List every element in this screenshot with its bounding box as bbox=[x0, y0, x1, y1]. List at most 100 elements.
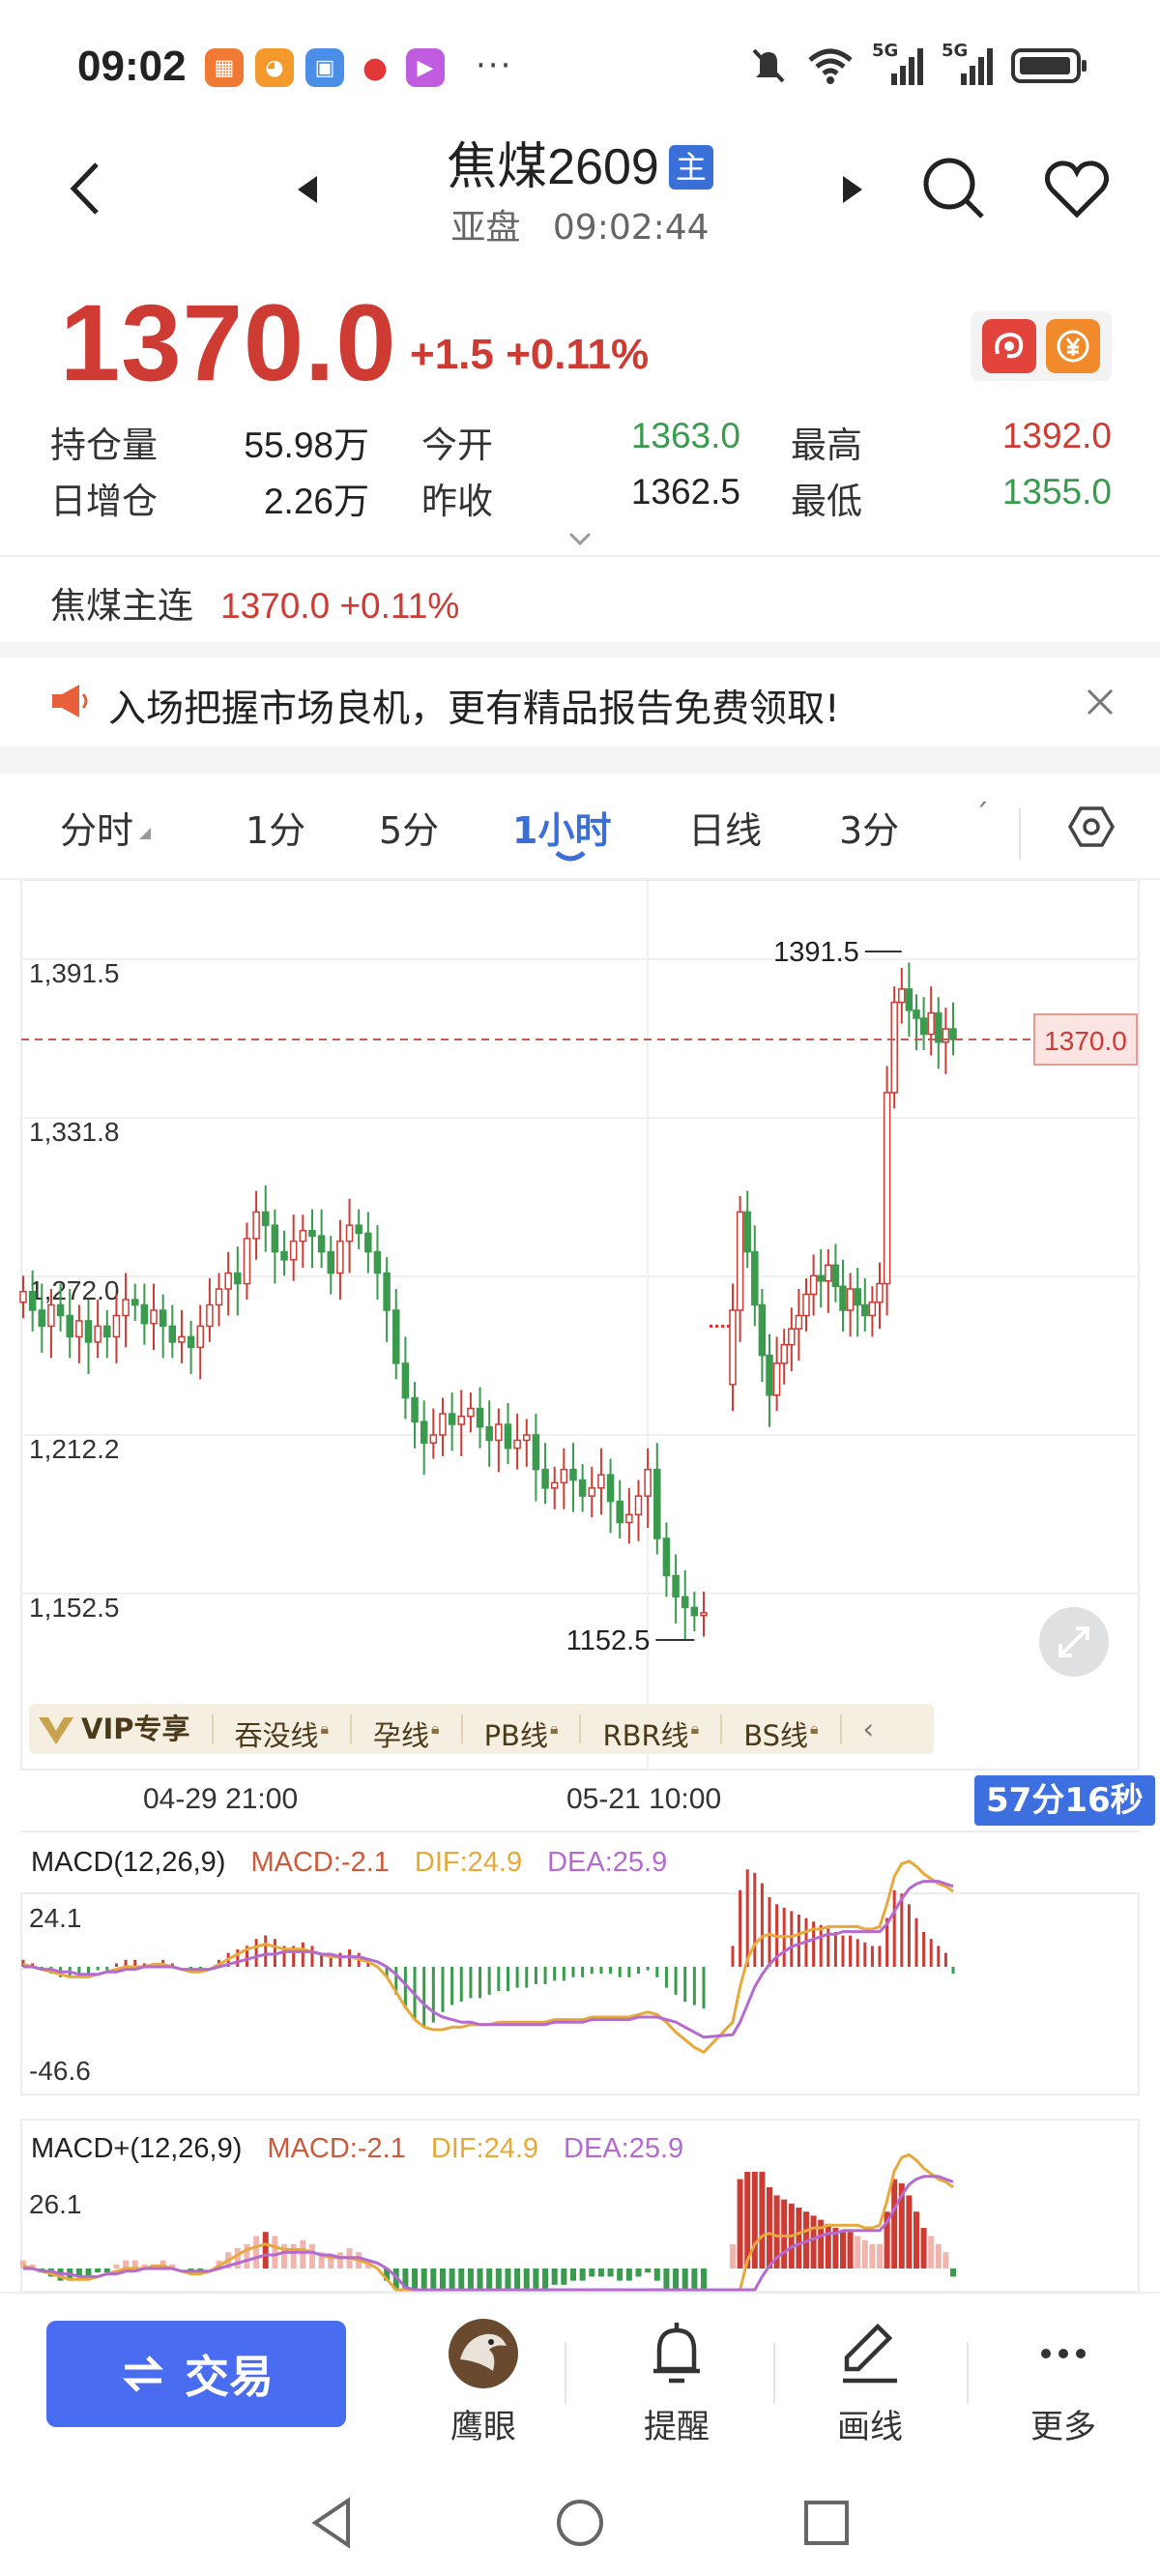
promo-banner[interactable]: 入场把握市场良机，更有精品报告免费领取! bbox=[0, 658, 1160, 746]
draw-line-label: 画线 bbox=[837, 2408, 903, 2446]
nav-recents-icon[interactable] bbox=[793, 2489, 860, 2557]
dea-value: DEA:25.9 bbox=[547, 1847, 668, 1878]
macd-plus-histogram-bar bbox=[847, 2232, 854, 2269]
macd-plus-histogram-bar bbox=[906, 2195, 913, 2269]
macd-plus-histogram-bar bbox=[691, 2269, 698, 2290]
macd-plus-histogram-bar bbox=[439, 2269, 446, 2290]
macd-plus-histogram-bar bbox=[617, 2269, 624, 2281]
vip-item-rbr[interactable]: RBR线 🔒︎ bbox=[581, 1714, 723, 1750]
macd-plus-histogram-bar bbox=[542, 2269, 549, 2289]
candle bbox=[355, 1224, 362, 1235]
candle bbox=[206, 1303, 214, 1328]
tab-daily[interactable]: 日线 bbox=[688, 801, 762, 854]
vip-item-harami[interactable]: 孕线 🔒︎ bbox=[352, 1714, 463, 1750]
swap-arrows-icon bbox=[122, 2356, 164, 2392]
macd-plus-histogram-bar bbox=[551, 2269, 558, 2285]
macd-plus-histogram-bar bbox=[920, 2228, 927, 2269]
macd-plus-histogram-bar bbox=[262, 2232, 269, 2269]
macd-plus-histogram-bar bbox=[781, 2199, 788, 2269]
expand-stats-chevron-icon[interactable] bbox=[566, 530, 594, 547]
macd-plus-histogram-bar bbox=[861, 2239, 868, 2269]
more-dots-icon bbox=[1041, 2349, 1086, 2358]
draw-line-button[interactable]: 画线 bbox=[802, 2317, 938, 2447]
macd-plus-histogram-bar bbox=[495, 2269, 502, 2290]
candle bbox=[802, 1293, 810, 1317]
vip-badge[interactable]: VIP专享 bbox=[29, 1712, 214, 1745]
candle bbox=[271, 1224, 279, 1253]
macd-legend[interactable]: MACD(12,26,9) MACD:-2.1 DIF:24.9 DEA:25.9 bbox=[31, 1847, 692, 1879]
tab-intraday[interactable]: 分时 bbox=[60, 801, 133, 854]
app-notification-icon: ▦ bbox=[205, 48, 244, 87]
active-tab-indicator bbox=[555, 851, 586, 862]
tab-3min[interactable]: 3分 bbox=[839, 801, 899, 854]
more-button[interactable]: 更多 bbox=[996, 2317, 1131, 2447]
candle bbox=[532, 1434, 540, 1471]
vip-title: VIP专享 bbox=[81, 1712, 190, 1745]
alert-button[interactable]: 提醒 bbox=[609, 2317, 744, 2447]
partner-logos[interactable] bbox=[971, 311, 1112, 381]
quote-stats: 持仓量 55.98万 今开 1363.0 最高 1392.0 日增仓 2.26万… bbox=[50, 416, 1114, 528]
yuan-logo-icon[interactable] bbox=[1046, 319, 1100, 373]
macd-plus-legend[interactable]: MACD+(12,26,9) MACD:-2.1 DIF:24.9 DEA:25.9 bbox=[31, 2133, 709, 2165]
vip-item-pb[interactable]: PB线 🔒︎ bbox=[463, 1714, 582, 1750]
tab-dropdown-icon bbox=[139, 828, 151, 839]
favorite-heart-icon[interactable] bbox=[1042, 155, 1112, 224]
macd-plus-histogram-bar bbox=[796, 2208, 802, 2269]
candle bbox=[644, 1468, 652, 1497]
candle bbox=[103, 1325, 111, 1338]
main-continuous-row[interactable]: 焦煤主连 1370.0 +0.11% bbox=[50, 576, 459, 629]
tab-1hour[interactable]: 1小时 bbox=[512, 801, 611, 854]
candle bbox=[168, 1325, 177, 1343]
y-axis-tick: 1,152.5 bbox=[29, 1593, 119, 1623]
pencil-icon bbox=[843, 2323, 897, 2384]
candle bbox=[729, 1309, 737, 1386]
signal-icon: 5G bbox=[942, 41, 994, 87]
candle bbox=[905, 988, 914, 1011]
more-notifications-icon: ··· bbox=[476, 46, 513, 85]
candle bbox=[780, 1343, 788, 1364]
kline-chart-area[interactable]: 1,391.5 1,331.8 1,272.0 1,212.2 1,152.5 1370.… bbox=[0, 880, 1160, 2301]
macd-plus-histogram-bar bbox=[730, 2243, 736, 2269]
main-continuous-label: 焦煤主连 bbox=[50, 585, 193, 627]
more-tabs-icon[interactable]: ˊ bbox=[974, 799, 989, 833]
next-contract-button[interactable] bbox=[835, 170, 870, 209]
candle bbox=[913, 1010, 920, 1019]
candle bbox=[890, 1001, 898, 1094]
macd-plus-histogram-bar bbox=[449, 2269, 455, 2290]
x-axis-tick: 04-29 21:00 bbox=[143, 1783, 299, 1815]
macd-max: 24.1 bbox=[29, 1903, 82, 1933]
macd-plus-histogram-bar bbox=[891, 2179, 898, 2269]
candle bbox=[625, 1513, 633, 1524]
macd-plus-value: MACD:-2.1 bbox=[267, 2133, 406, 2164]
macd-plus-histogram-bar bbox=[840, 2232, 846, 2269]
kline-chart[interactable]: 1,391.51,331.81,272.01,212.21,152.51370.… bbox=[0, 880, 1160, 2301]
candle bbox=[28, 1291, 37, 1311]
app-notification-icon: ◕ bbox=[255, 48, 294, 87]
lock-icon: 🔒︎ bbox=[809, 1719, 819, 1738]
candle bbox=[690, 1606, 699, 1617]
macd-plus-histogram-bar bbox=[589, 2269, 595, 2277]
macd-frame bbox=[20, 1892, 1140, 2095]
tab-1min[interactable]: 1分 bbox=[246, 801, 305, 854]
nav-home-icon[interactable] bbox=[546, 2489, 614, 2557]
tab-5min[interactable]: 5分 bbox=[379, 801, 439, 854]
macd-plus-histogram-bar bbox=[514, 2269, 521, 2290]
candle bbox=[467, 1407, 475, 1418]
macd-plus-histogram-bar bbox=[625, 2269, 632, 2281]
macd-plus-max: 26.1 bbox=[29, 2189, 82, 2219]
vip-item-bs[interactable]: BS线 🔒︎ bbox=[722, 1714, 842, 1750]
vip-item-engulfing[interactable]: 吞没线 🔒︎ bbox=[214, 1714, 353, 1750]
trade-button[interactable]: 交易 bbox=[46, 2321, 346, 2427]
close-icon[interactable] bbox=[1081, 683, 1119, 721]
mute-icon bbox=[752, 48, 785, 83]
divider bbox=[773, 2342, 775, 2404]
main-continuous-value: 1370.0 +0.11% bbox=[220, 586, 460, 626]
settings-hexagon-icon[interactable] bbox=[1067, 803, 1116, 851]
eagle-eye-button[interactable]: 鹰眼 bbox=[416, 2317, 551, 2447]
nav-back-icon[interactable] bbox=[300, 2489, 367, 2557]
vip-scroll-left-icon[interactable]: ‹ bbox=[842, 1714, 896, 1743]
fullscreen-button[interactable] bbox=[1039, 1607, 1109, 1677]
partner-logo-icon[interactable] bbox=[982, 319, 1036, 373]
stat-label: 持仓量 bbox=[50, 424, 158, 466]
search-icon[interactable] bbox=[918, 153, 988, 222]
